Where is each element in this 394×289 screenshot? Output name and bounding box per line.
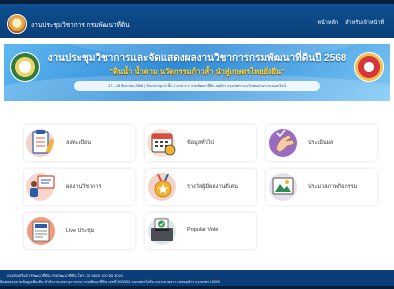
card-label: ลงทะเบียน — [66, 140, 91, 146]
footer-address: ติดต่อสอบถามข้อมูลเพิ่มเติม สำนักงานเลขา… — [0, 280, 220, 284]
nav-links: หน้าหลัก สำหรับเจ้าหน้าที่ — [317, 19, 384, 27]
live-news-icon — [27, 217, 55, 245]
card-general-info[interactable]: ข้อมูลทั่วไป — [145, 125, 256, 161]
ldd-seal-icon — [10, 52, 40, 82]
card-live[interactable]: Live ประชุม — [24, 213, 135, 249]
banner-title: งานประชุมวิชาการและจัดแสดงผลงานวิชาการกร… — [47, 53, 347, 64]
card-label: ผลงานวิชาการ — [66, 184, 102, 190]
photo-gallery-icon — [269, 173, 297, 201]
checkmark-hand-icon — [269, 129, 297, 157]
card-academic-works[interactable]: ผลงานวิชาการ — [24, 169, 135, 205]
vote-box-icon — [148, 217, 176, 245]
card-awards[interactable]: รางวัลผู้มีผลงานดีเด่น — [145, 169, 256, 205]
nav-link-home[interactable]: หน้าหลัก — [317, 19, 338, 27]
card-label: ประมวลภาพกิจกรรม — [308, 184, 358, 190]
card-popular-vote[interactable]: Popular Vote — [145, 213, 256, 249]
card-registration[interactable]: ลงทะเบียน — [24, 125, 135, 161]
card-label: ข้อมูลทั่วไป — [187, 140, 215, 146]
card-label: รางวัลผู้มีผลงานดีเด่น — [187, 184, 238, 190]
presentation-icon — [26, 173, 55, 201]
event-banner: งานประชุมวิชาการและจัดแสดงผลงานวิชาการกร… — [4, 44, 390, 101]
card-evaluation[interactable]: ประเมินผล — [266, 125, 377, 161]
registration-form-icon — [26, 129, 55, 157]
calendar-icon — [147, 129, 176, 157]
department-logo-icon[interactable] — [7, 14, 27, 34]
page-footer: กองส่งเสริมการพัฒนาที่ดิน กรมพัฒนาที่ดิน… — [0, 270, 394, 289]
nav-link-staff[interactable]: สำหรับเจ้าหน้าที่ — [345, 19, 384, 27]
award-medal-icon — [148, 173, 176, 201]
card-label: Popular Vote — [187, 227, 219, 233]
top-navbar: งานประชุมวิชาการ กรมพัฒนาที่ดิน หน้าหลัก… — [0, 0, 394, 38]
banner-dateline: 27 – 28 สิงหาคม 2568 | ห้องประชุม 6 ชั้น… — [74, 81, 320, 91]
card-label: ประเมินผล — [308, 140, 334, 146]
royal-seal-icon — [354, 52, 384, 82]
banner-subtitle: "ดินน้ำ น้ำตาม นวัตกรรมก้าวล้ำ นำสู่เกษต… — [109, 67, 285, 76]
card-photo-gallery[interactable]: ประมวลภาพกิจกรรม — [266, 169, 377, 205]
menu-grid: ลงทะเบียน ข้อมูลทั่วไป ประเมินผล ผลงานวิ… — [24, 125, 377, 249]
site-title[interactable]: งานประชุมวิชาการ กรมพัฒนาที่ดิน — [31, 20, 130, 30]
card-label: Live ประชุม — [66, 228, 95, 234]
